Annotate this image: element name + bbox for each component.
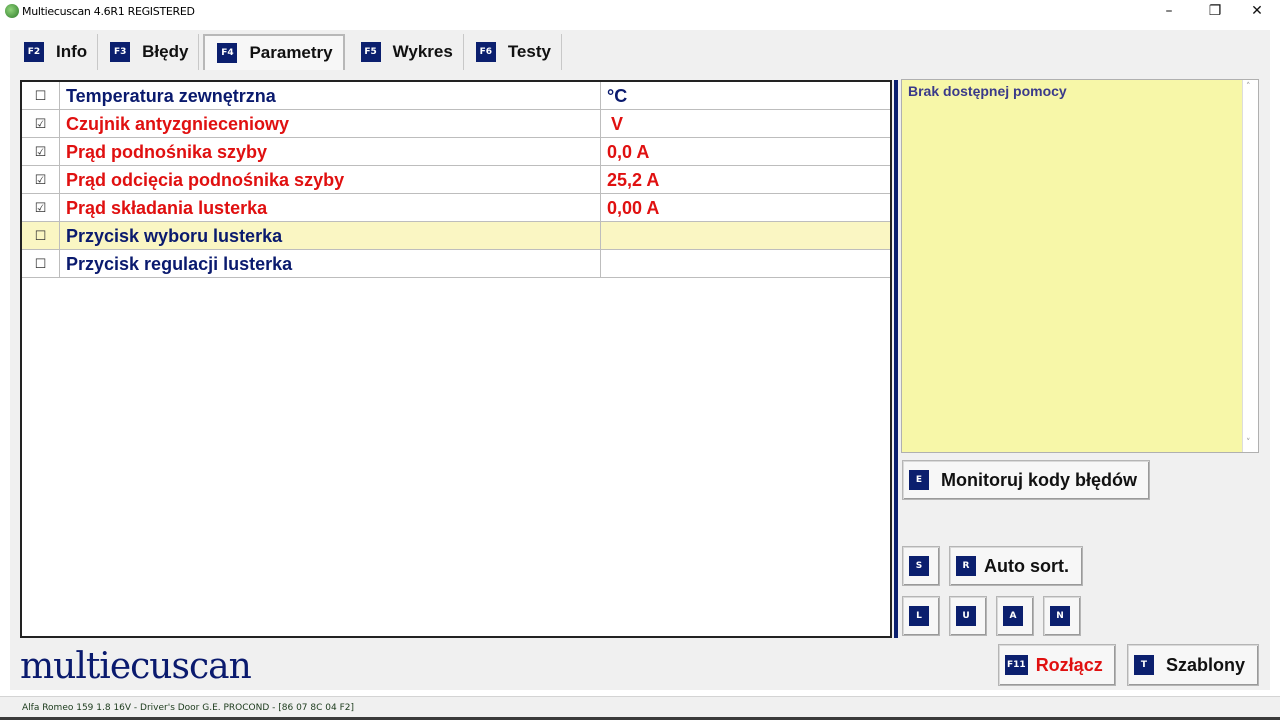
- button-label: Auto sort.: [984, 555, 1069, 576]
- disconnect-button[interactable]: F11 Rozłącz: [998, 644, 1116, 686]
- parameter-row[interactable]: ☐ Przycisk regulacji lusterka: [22, 250, 890, 278]
- help-text: Brak dostępnej pomocy: [908, 83, 1067, 99]
- connection-status: Alfa Romeo 159 1.8 16V - Driver's Door G…: [22, 703, 354, 713]
- f11-key-icon: F11: [1005, 655, 1028, 675]
- tab-label: Testy: [507, 42, 551, 61]
- button-label: Szablony: [1166, 654, 1246, 675]
- f6-key-icon: F6: [475, 42, 496, 62]
- parameter-name: Prąd podnośnika szyby: [66, 142, 268, 162]
- parameter-row-selected[interactable]: ☐ Przycisk wyboru lusterka: [22, 222, 890, 250]
- parameter-value-cell: V: [600, 110, 890, 138]
- l-key-icon: L: [909, 606, 929, 626]
- minimize-button[interactable]: –: [1146, 0, 1192, 22]
- tab-label: Parametry: [249, 43, 333, 62]
- f4-key-icon: F4: [217, 43, 238, 63]
- tab-label: Błędy: [142, 42, 189, 61]
- button-label: Monitoruj kody błędów: [941, 469, 1137, 490]
- t-key-icon: T: [1134, 655, 1154, 675]
- n-button[interactable]: N: [1043, 596, 1081, 636]
- parameter-checkbox[interactable]: ☐: [22, 222, 60, 250]
- tab-label: Info: [56, 42, 88, 61]
- button-label: Rozłącz: [1035, 654, 1103, 675]
- s-button[interactable]: S: [902, 546, 940, 586]
- window-title: Multiecuscan 4.6R1 REGISTERED: [22, 5, 195, 18]
- tab-testy[interactable]: F6 Testy: [464, 34, 562, 70]
- tab-wykres[interactable]: F5 Wykres: [349, 34, 464, 70]
- parameter-value: 25,2 A: [607, 170, 660, 190]
- parameter-row[interactable]: ☐ Temperatura zewnętrzna °C: [22, 82, 890, 110]
- auto-sort-button[interactable]: R Auto sort.: [949, 546, 1083, 586]
- scroll-down-icon[interactable]: ˅: [1246, 438, 1251, 448]
- u-key-icon: U: [956, 606, 976, 626]
- f2-key-icon: F2: [24, 42, 44, 62]
- parameter-name: Temperatura zewnętrzna: [66, 86, 276, 106]
- tab-bar: F2 Info F3 Błędy F4 Parametry F5 Wykres …: [12, 34, 562, 70]
- parameter-value: 0,00 A: [607, 198, 660, 218]
- parameter-checkbox[interactable]: ☐: [22, 82, 60, 110]
- multiecuscan-logo: multiecuscan: [20, 646, 252, 687]
- parameter-value-cell: [600, 250, 890, 278]
- f3-key-icon: F3: [110, 42, 131, 62]
- e-key-icon: E: [909, 470, 929, 490]
- templates-button[interactable]: T Szablony: [1127, 644, 1259, 686]
- help-scrollbar[interactable]: ˄ ˅: [1242, 80, 1258, 452]
- parameter-row[interactable]: ☑ Prąd składania lusterka 0,00 A: [22, 194, 890, 222]
- parameter-name: Prąd składania lusterka: [66, 198, 268, 218]
- status-bar: Alfa Romeo 159 1.8 16V - Driver's Door G…: [0, 696, 1280, 720]
- s-key-icon: S: [909, 556, 929, 576]
- parameter-value-cell: 0,0 A: [600, 138, 890, 166]
- u-button[interactable]: U: [949, 596, 987, 636]
- parameter-checkbox[interactable]: ☑: [22, 166, 60, 194]
- parameter-value: V: [611, 114, 624, 134]
- parameter-value-cell: [600, 222, 890, 250]
- app-icon: [5, 4, 19, 18]
- a-key-icon: A: [1003, 606, 1023, 626]
- restore-button[interactable]: ❐: [1192, 0, 1238, 22]
- help-panel: Brak dostępnej pomocy ˄ ˅: [901, 79, 1259, 453]
- parameter-name: Przycisk regulacji lusterka: [66, 254, 293, 274]
- monitor-fault-codes-button[interactable]: E Monitoruj kody błędów: [902, 460, 1150, 500]
- parameters-table: ☐ Temperatura zewnętrzna °C ☑ Czujnik an…: [20, 80, 892, 638]
- parameter-checkbox[interactable]: ☐: [22, 250, 60, 278]
- parameter-row[interactable]: ☑ Prąd podnośnika szyby 0,0 A: [22, 138, 890, 166]
- parameter-name: Prąd odcięcia podnośnika szyby: [66, 170, 345, 190]
- parameter-value: °C: [607, 86, 628, 106]
- parameter-value-cell: 0,00 A: [600, 194, 890, 222]
- scroll-up-icon[interactable]: ˄: [1246, 82, 1251, 92]
- tab-parametry[interactable]: F4 Parametry: [203, 34, 345, 70]
- parameter-checkbox[interactable]: ☑: [22, 194, 60, 222]
- r-key-icon: R: [956, 556, 976, 576]
- parameter-name: Czujnik antyzgnieceniowy: [66, 114, 290, 134]
- n-key-icon: N: [1050, 606, 1070, 626]
- a-button[interactable]: A: [996, 596, 1034, 636]
- title-bar: Multiecuscan 4.6R1 REGISTERED – ❐ ✕: [0, 0, 1280, 22]
- tab-info[interactable]: F2 Info: [12, 34, 99, 70]
- close-button[interactable]: ✕: [1234, 0, 1280, 22]
- parameter-value-cell: °C: [600, 82, 890, 110]
- parameter-value-cell: 25,2 A: [600, 166, 890, 194]
- parameter-row[interactable]: ☑ Czujnik antyzgnieceniowy V: [22, 110, 890, 138]
- parameter-checkbox[interactable]: ☑: [22, 110, 60, 138]
- f5-key-icon: F5: [360, 42, 381, 62]
- parameter-checkbox[interactable]: ☑: [22, 138, 60, 166]
- parameter-row[interactable]: ☑ Prąd odcięcia podnośnika szyby 25,2 A: [22, 166, 890, 194]
- parameter-name: Przycisk wyboru lusterka: [66, 226, 283, 246]
- tab-label: Wykres: [392, 42, 453, 61]
- l-button[interactable]: L: [902, 596, 940, 636]
- panel-divider[interactable]: [894, 80, 898, 638]
- parameter-value: 0,0 A: [607, 142, 650, 162]
- tab-bledy[interactable]: F3 Błędy: [98, 34, 200, 70]
